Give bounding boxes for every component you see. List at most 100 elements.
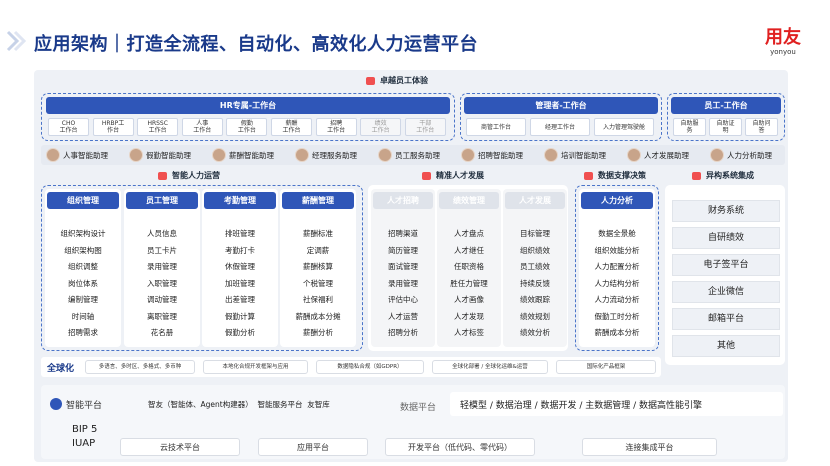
module-item: 人才画像	[454, 295, 484, 304]
assistant-item: 员工服务助理	[378, 148, 440, 162]
module-item: 人才运营	[388, 311, 418, 321]
module-header: 薪酬管理	[282, 192, 354, 209]
module-item: 排班管理	[225, 229, 255, 238]
ai-platform-label: 智能平台	[66, 401, 103, 411]
hr-desk-cell: 干部 工作台	[404, 118, 446, 136]
assistant-label: 经理服务助理	[312, 150, 357, 160]
emp-desk-cell: 自助服 务	[673, 118, 706, 136]
assistant-avatar-icon	[212, 148, 226, 162]
module-item: 组织调整	[68, 262, 98, 271]
module-item: 薪酬成本分摊	[295, 311, 341, 321]
assistant-item: 培训智能助理	[544, 148, 606, 162]
module-header: 员工管理	[126, 192, 198, 209]
assistant-avatar-icon	[46, 148, 60, 162]
chevron-decoration-icon	[6, 30, 27, 52]
module-header: 组织管理	[47, 192, 119, 209]
module-item: 薪酬成本分析	[594, 328, 640, 337]
bottom-platform-item: 应用平台	[258, 438, 368, 456]
module-item: 招聘分析	[388, 328, 418, 337]
hr-desk-cell: CHO 工作台	[48, 118, 89, 136]
bottom-platform-item: 云技术平台	[120, 438, 240, 456]
module-item: 花名册	[150, 328, 174, 337]
hr-desk-cell: 绩效 工作台	[360, 118, 402, 136]
module-item: 组织架构设计	[60, 229, 106, 238]
assistant-item: 经理服务助理	[295, 148, 357, 162]
module-item: 假勤计算	[225, 311, 255, 321]
module-item: 假勤分析	[225, 328, 255, 337]
hetero-icon	[692, 171, 701, 180]
hetero-system-item: 电子签平台	[672, 254, 780, 276]
data-platform-items: 轻模型 / 数据治理 / 数据开发 / 主数据管理 / 数据高性能引擎	[460, 401, 703, 411]
assistant-label: 员工服务助理	[395, 150, 440, 160]
emp-desk-cell: 自助问 答	[745, 118, 778, 136]
module-item: 绩效跟踪	[520, 295, 550, 304]
module-item: 人员信息	[147, 229, 177, 238]
module-item: 组织绩效	[520, 245, 550, 255]
data-platform-label: 数据平台	[400, 403, 437, 413]
module-item: 录用管理	[388, 278, 418, 288]
module-item: 调动管理	[147, 295, 177, 304]
logo-en: yonyou	[770, 48, 796, 56]
module-item: 评估中心	[388, 295, 418, 304]
module-item: 员工绩效	[520, 262, 550, 271]
ai-platform-icon	[50, 398, 62, 410]
mgr-desk-title: 管理者-工作台	[464, 97, 658, 114]
module-item: 组织架构图	[64, 245, 102, 255]
assistant-item: 假勤智能助理	[129, 148, 191, 162]
assistant-item: 人力分析助理	[710, 148, 772, 162]
module-header: 绩效管理	[439, 192, 499, 209]
module-item: 个税管理	[303, 278, 333, 288]
module-item: 持续反馈	[520, 278, 550, 288]
emp-desk-cell: 自助证 明	[709, 118, 742, 136]
module-item: 人才标签	[454, 328, 484, 337]
module-item: 员工卡片	[147, 245, 177, 255]
module-item: 胜任力管理	[450, 278, 488, 288]
module-item: 加班管理	[225, 278, 255, 288]
bottom-platform-item: 开发平台（低代码、零代码）	[385, 438, 535, 456]
assistant-label: 人事智能助理	[63, 150, 108, 160]
module-item: 招聘渠道	[388, 229, 418, 238]
assistant-item: 人事智能助理	[46, 148, 108, 162]
hr-desk-cell: 薪酬 工作台	[271, 118, 312, 136]
global-label: 全球化	[47, 364, 75, 374]
module-item: 时间轴	[71, 311, 95, 321]
module-item: 招聘需求	[68, 328, 98, 337]
module-item: 人力流动分析	[594, 295, 640, 304]
mgr-desk-cell: 商管工作台	[466, 118, 526, 136]
data-icon	[584, 171, 593, 180]
experience-label: 卓越员工体验	[366, 75, 428, 86]
page-title: 应用架构｜打造全流程、自动化、高效化人力运营平台	[34, 34, 478, 55]
module-item: 出差管理	[225, 295, 255, 304]
assistant-avatar-icon	[295, 148, 309, 162]
mgr-desk-cell: 经理工作台	[530, 118, 590, 136]
module-item: 目标管理	[520, 229, 550, 238]
logo-cn: 用友	[765, 27, 801, 48]
assistant-label: 培训智能助理	[561, 150, 606, 160]
ops-icon	[158, 171, 167, 180]
brand-logo: 用友 yonyou	[752, 28, 814, 62]
module-item: 人才继任	[454, 245, 484, 255]
assistant-avatar-icon	[461, 148, 475, 162]
assistant-label: 假勤智能助理	[146, 150, 191, 160]
hr-desk-cell: HRBP工 作台	[92, 118, 134, 136]
assistant-label: 人力分析助理	[727, 150, 772, 160]
hr-desk-cell: HRSSC 工作台	[137, 118, 179, 136]
module-header: 人才招聘	[373, 192, 433, 209]
assistant-label: 薪酬智能助理	[229, 150, 274, 160]
global-item: 数据隐私合规（如GDPR）	[316, 360, 424, 374]
mgr-desk-cell: 入力管理驾驶舱	[594, 118, 654, 136]
module-header: 人才发展	[505, 192, 565, 209]
cat-ops-label: 智能人力运营	[158, 170, 220, 181]
module-item: 社保福利	[303, 295, 333, 304]
assistant-avatar-icon	[129, 148, 143, 162]
assistant-item: 薪酬智能助理	[212, 148, 274, 162]
hr-desk-cell: 人事 工作台	[181, 118, 223, 136]
module-item: 人才发现	[454, 311, 484, 321]
module-item: 离职管理	[147, 311, 177, 321]
assistant-avatar-icon	[378, 148, 392, 162]
module-item: 绩效分析	[520, 328, 550, 337]
hetero-system-item: 企业微信	[672, 281, 780, 303]
module-item: 入职管理	[147, 278, 177, 288]
cat-hetero-label: 异构系统集成	[692, 170, 754, 181]
module-item: 绩效规划	[520, 311, 550, 321]
